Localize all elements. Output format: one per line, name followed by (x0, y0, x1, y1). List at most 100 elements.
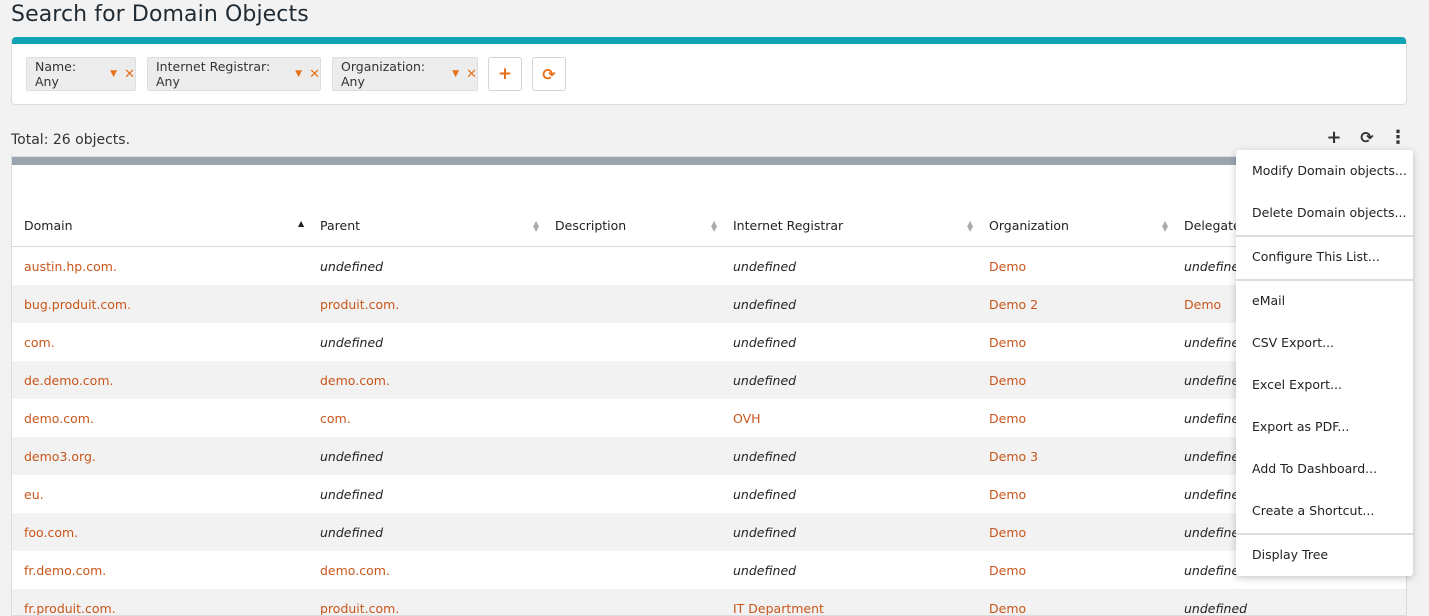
cell-internet-registrar[interactable]: OVH (733, 411, 761, 426)
cell-parent: undefined (320, 259, 384, 274)
criterion-internet-registrar[interactable]: Internet Registrar: Any ▼ ✕ (147, 57, 321, 91)
add-criterion-button[interactable]: + (488, 57, 522, 91)
cell-internet-registrar: undefined (733, 373, 797, 388)
sort-icon[interactable]: ▲ ▼ (711, 220, 717, 233)
cell-domain[interactable]: fr.demo.com. (24, 563, 106, 578)
table-row[interactable]: demo3.org. undefined undefined Demo 3 undefi… (12, 437, 1406, 475)
cell-internet-registrar: undefined (733, 259, 797, 274)
criterion-name-label: Name: Any (35, 59, 77, 89)
menu-divider (1236, 533, 1413, 535)
cell-domain[interactable]: com. (24, 335, 55, 350)
cell-parent: undefined (320, 525, 384, 540)
menu-item-delete[interactable]: Delete Domain objects... (1252, 205, 1406, 220)
cell-domain[interactable]: eu. (24, 487, 44, 502)
table-row[interactable]: austin.hp.com. undefined undefined Demo unde… (12, 247, 1406, 285)
cell-organization[interactable]: Demo 3 (989, 449, 1038, 464)
menu-item-display-tree[interactable]: Display Tree (1252, 547, 1328, 562)
cell-organization[interactable]: Demo (989, 601, 1026, 615)
sort-icon[interactable]: ▲ ▼ (967, 220, 973, 233)
cell-parent[interactable]: demo.com. (320, 563, 390, 578)
cell-delegate[interactable]: Demo (1184, 297, 1221, 312)
sort-ascending-icon[interactable]: ▲ (298, 220, 304, 228)
cell-parent[interactable]: produit.com. (320, 297, 399, 312)
cell-parent: undefined (320, 449, 384, 464)
refresh-icon: ⟳ (1360, 127, 1374, 147)
more-actions-menu: Modify Domain objects... Delete Domain o… (1236, 150, 1413, 576)
cell-organization[interactable]: Demo (989, 373, 1026, 388)
refresh-list-button[interactable]: ⟳ (1356, 126, 1378, 148)
menu-item-excel-export[interactable]: Excel Export... (1252, 377, 1342, 392)
menu-item-email[interactable]: eMail (1252, 293, 1285, 308)
cell-organization[interactable]: Demo (989, 335, 1026, 350)
cell-internet-registrar: undefined (733, 487, 797, 502)
table-row[interactable]: demo.com. com. OVH Demo undefined (12, 399, 1406, 437)
remove-criterion-icon[interactable]: ✕ (124, 67, 135, 82)
criterion-internet-registrar-label: Internet Registrar: Any (156, 59, 271, 89)
table-row[interactable]: de.demo.com. demo.com. undefined Demo undefi… (12, 361, 1406, 399)
cell-parent[interactable]: com. (320, 411, 351, 426)
cell-organization[interactable]: Demo (989, 259, 1026, 274)
criterion-organization-label: Organization: Any (341, 59, 426, 89)
cell-internet-registrar: undefined (733, 297, 797, 312)
cell-domain[interactable]: austin.hp.com. (24, 259, 117, 274)
cell-domain[interactable]: demo.com. (24, 411, 94, 426)
column-header-delegate[interactable]: Delegate (1184, 218, 1241, 233)
menu-item-csv-export[interactable]: CSV Export... (1252, 335, 1334, 350)
cell-internet-registrar: undefined (733, 335, 797, 350)
cell-domain[interactable]: de.demo.com. (24, 373, 113, 388)
criteria-panel-accent-bar (12, 37, 1406, 44)
criterion-organization[interactable]: Organization: Any ▼ ✕ (332, 57, 478, 91)
table-row[interactable]: bug.produit.com. produit.com. undefined Dem… (12, 285, 1406, 323)
cell-parent[interactable]: demo.com. (320, 373, 390, 388)
cell-internet-registrar: undefined (733, 525, 797, 540)
column-header-description[interactable]: Description (555, 218, 626, 233)
cell-organization[interactable]: Demo (989, 563, 1026, 578)
results-total-count: Total: 26 objects. (11, 132, 131, 148)
sort-icon[interactable]: ▲ ▼ (1162, 220, 1168, 233)
cell-domain[interactable]: demo3.org. (24, 449, 96, 464)
plus-icon: + (1326, 126, 1342, 148)
results-table: Domain ▲ Parent ▲ ▼ Description ▲ ▼ Intern… (11, 156, 1407, 616)
cell-parent: undefined (320, 335, 384, 350)
sort-icon[interactable]: ▲ ▼ (533, 220, 539, 233)
table-row[interactable]: fr.produit.com. produit.com. IT Department… (12, 589, 1406, 616)
cell-organization[interactable]: Demo 2 (989, 297, 1038, 312)
cell-parent: undefined (320, 487, 384, 502)
column-header-organization[interactable]: Organization (989, 218, 1069, 233)
table-row[interactable]: com. undefined undefined Demo undefined (12, 323, 1406, 361)
cell-organization[interactable]: Demo (989, 411, 1026, 426)
column-header-parent[interactable]: Parent (320, 218, 360, 233)
column-header-internet-registrar[interactable]: Internet Registrar (733, 218, 843, 233)
cell-delegate: undefined (1184, 601, 1248, 616)
more-actions-button[interactable]: ⋮ (1387, 126, 1409, 148)
criterion-name[interactable]: Name: Any ▼ ✕ (26, 57, 136, 91)
cell-organization[interactable]: Demo (989, 487, 1026, 502)
results-table-accent-bar (12, 157, 1406, 165)
column-header-domain[interactable]: Domain (24, 218, 73, 233)
table-row[interactable]: foo.com. undefined undefined Demo undefined (12, 513, 1406, 551)
cell-domain[interactable]: foo.com. (24, 525, 78, 540)
menu-item-export-pdf[interactable]: Export as PDF... (1252, 419, 1349, 434)
cell-domain[interactable]: fr.produit.com. (24, 601, 116, 615)
refresh-search-button[interactable]: ⟳ (532, 57, 566, 91)
refresh-icon: ⟳ (542, 64, 556, 84)
menu-item-create-shortcut[interactable]: Create a Shortcut... (1252, 503, 1374, 518)
table-row[interactable]: fr.demo.com. demo.com. undefined Demo undefi… (12, 551, 1406, 589)
menu-item-configure-list[interactable]: Configure This List... (1252, 249, 1380, 264)
chevron-down-icon[interactable]: ▼ (110, 69, 117, 79)
remove-criterion-icon[interactable]: ✕ (309, 67, 320, 82)
chevron-down-icon[interactable]: ▼ (452, 69, 459, 79)
chevron-down-icon[interactable]: ▼ (295, 69, 302, 79)
cell-domain[interactable]: bug.produit.com. (24, 297, 131, 312)
remove-criterion-icon[interactable]: ✕ (466, 67, 477, 82)
table-row[interactable]: eu. undefined undefined Demo undefined (12, 475, 1406, 513)
cell-internet-registrar: undefined (733, 449, 797, 464)
menu-divider (1236, 235, 1413, 237)
menu-item-modify[interactable]: Modify Domain objects... (1252, 163, 1407, 178)
cell-parent[interactable]: produit.com. (320, 601, 399, 615)
cell-organization[interactable]: Demo (989, 525, 1026, 540)
menu-item-add-to-dashboard[interactable]: Add To Dashboard... (1252, 461, 1377, 476)
cell-internet-registrar[interactable]: IT Department (733, 601, 824, 615)
page-title: Search for Domain Objects (11, 2, 309, 27)
add-object-button[interactable]: + (1323, 126, 1345, 148)
